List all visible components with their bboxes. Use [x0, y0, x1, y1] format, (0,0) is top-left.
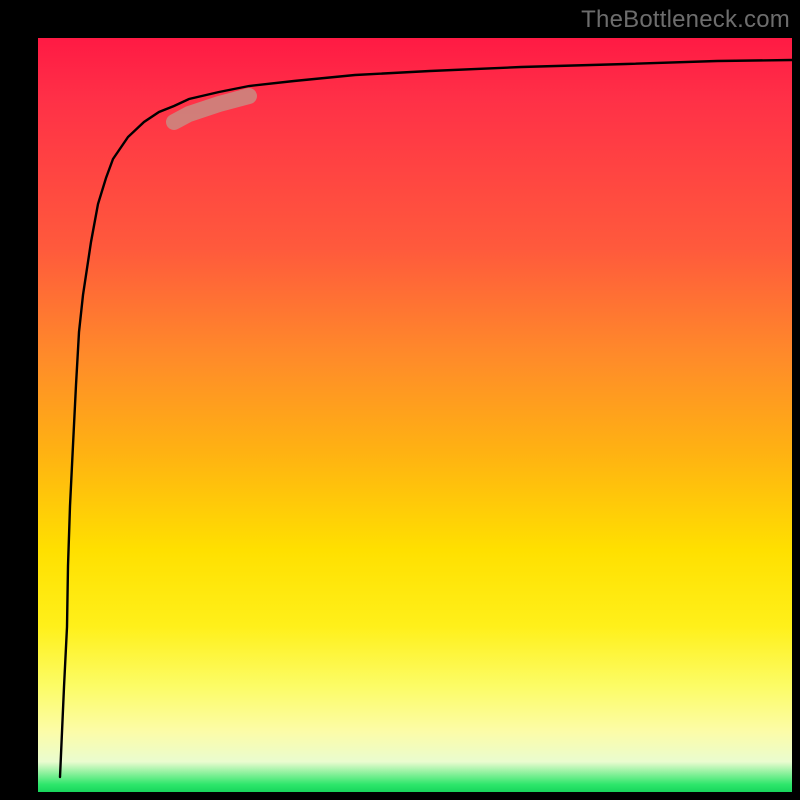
bottleneck-curve [60, 60, 792, 777]
watermark-text: TheBottleneck.com [581, 6, 790, 34]
chart-frame: TheBottleneck.com [0, 0, 800, 800]
curve-layer [38, 38, 792, 792]
